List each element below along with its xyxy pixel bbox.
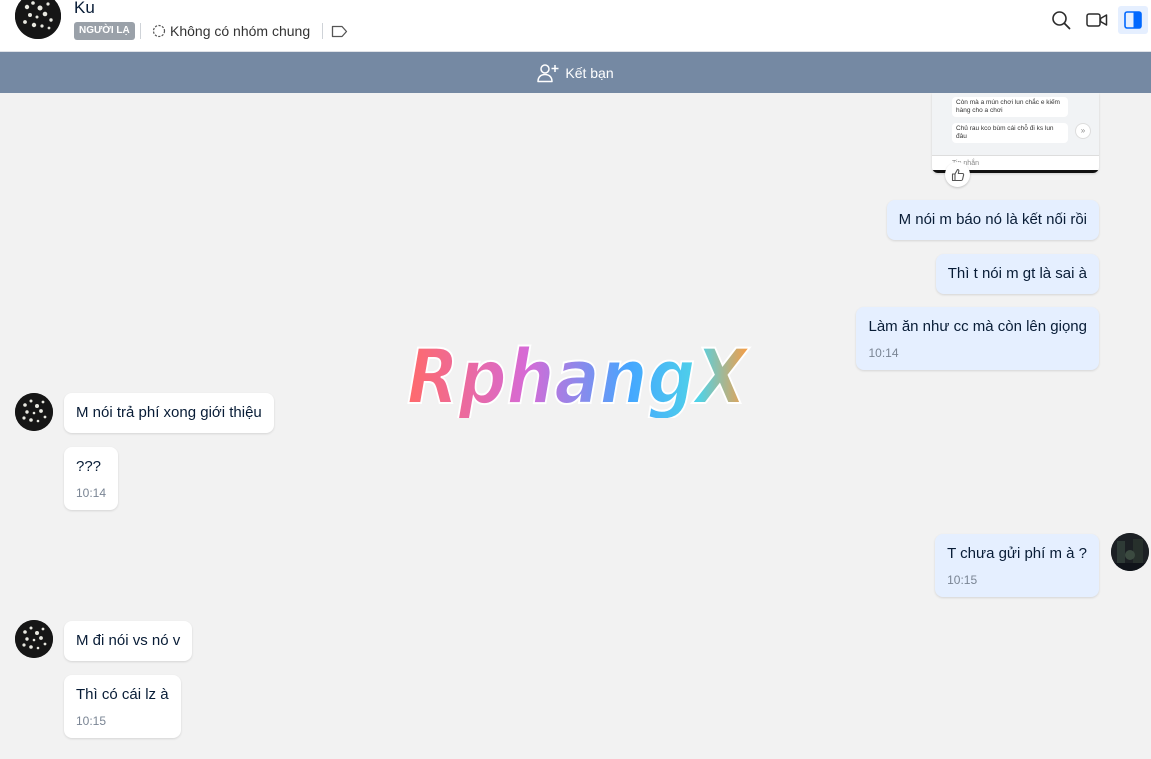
divider (140, 23, 141, 39)
message-text: Thì t nói m gt là sai à (947, 265, 1087, 282)
add-friend-icon (537, 63, 559, 82)
chat-header: Ku NGƯỜI LẠ Không có nhóm chung (0, 0, 1151, 52)
preview-text: Còn mà a mún chơi lun chắc e kiếm (956, 99, 1060, 106)
my-avatar[interactable] (1111, 533, 1149, 571)
message-list[interactable]: Còn mà a mún chơi lun chắc e kiếm hàng c… (0, 93, 1151, 759)
message-text: M nói trả phí xong giới thiệu (76, 404, 262, 421)
sender-avatar[interactable] (15, 393, 53, 431)
preview-bubble: Còn mà a mún chơi lun chắc e kiếm hàng c… (952, 97, 1068, 117)
search-icon[interactable] (1046, 6, 1076, 34)
message-time: 10:15 (947, 573, 978, 587)
preview-text: đâu (956, 133, 967, 140)
sender-avatar[interactable] (15, 620, 53, 658)
message-time: 10:15 (76, 714, 107, 728)
scroll-down-icon: » (1075, 123, 1091, 139)
message-bubble-outgoing[interactable]: T chưa gửi phí m à ? 10:15 (935, 534, 1099, 597)
message-text: T chưa gửi phí m à ? (947, 545, 1087, 562)
message-time: 10:14 (868, 346, 899, 360)
message-bubble-incoming[interactable]: M đi nói vs nó v (64, 621, 193, 661)
sidebar-toggle-icon[interactable] (1118, 6, 1148, 34)
add-friend-label: Kết bạn (565, 64, 614, 81)
stranger-badge: NGƯỜI LẠ (74, 22, 135, 40)
contact-avatar[interactable] (15, 0, 61, 39)
message-time: 10:14 (76, 486, 107, 500)
common-groups[interactable]: Không có nhóm chung (152, 23, 310, 39)
message-text: Thì có cái lz à (76, 686, 169, 703)
preview-text: hàng cho a chơi (956, 107, 1003, 114)
video-call-icon[interactable] (1082, 6, 1112, 34)
preview-text: Chủ rau kco bùm cái chỗ đi ks lun (956, 125, 1054, 132)
contact-name[interactable]: Ku (74, 0, 95, 18)
common-groups-label: Không có nhóm chung (170, 23, 311, 39)
message-bubble-incoming[interactable]: M nói trả phí xong giới thiệu (64, 393, 274, 433)
like-icon[interactable] (945, 162, 970, 187)
message-bubble-incoming[interactable]: ??? 10:14 (64, 447, 119, 510)
add-friend-bar[interactable]: Kết bạn (0, 52, 1151, 93)
divider (322, 23, 323, 39)
tag-icon[interactable] (331, 25, 348, 43)
message-bubble-incoming[interactable]: Thì có cái lz à 10:15 (64, 675, 181, 738)
message-text: M đi nói vs nó v (76, 632, 181, 649)
message-bubble-outgoing[interactable]: Làm ăn như cc mà còn lên giọng 10:14 (856, 307, 1099, 370)
message-text: M nói m báo nó là kết nối rồi (898, 211, 1087, 228)
image-message[interactable]: Còn mà a mún chơi lun chắc e kiếm hàng c… (932, 93, 1099, 173)
message-text: Làm ăn như cc mà còn lên giọng (868, 318, 1087, 335)
group-icon (152, 24, 166, 38)
message-bubble-outgoing[interactable]: M nói m báo nó là kết nối rồi (886, 200, 1099, 240)
watermark-logo: RphangX (403, 331, 753, 422)
message-bubble-outgoing[interactable]: Thì t nói m gt là sai à (935, 254, 1099, 294)
preview-bubble: Chủ rau kco bùm cái chỗ đi ks lun đâu (952, 123, 1068, 143)
message-text: ??? (76, 458, 102, 475)
watermark-text: RphangX (407, 333, 750, 418)
